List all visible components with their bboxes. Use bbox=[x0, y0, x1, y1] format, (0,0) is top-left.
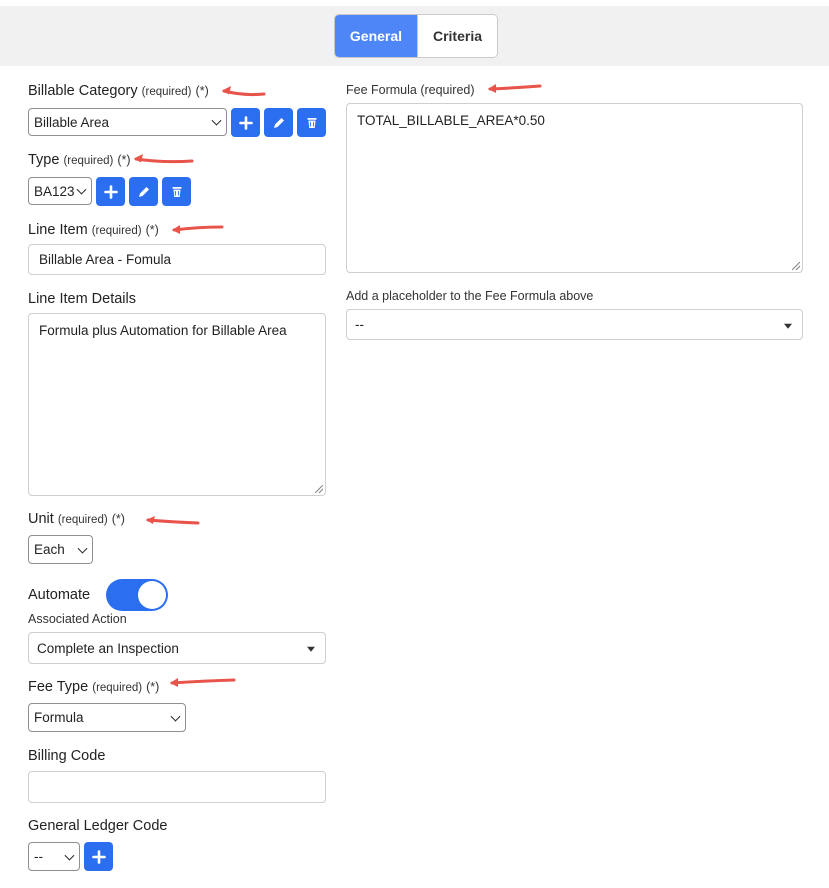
required-note: (required) bbox=[63, 155, 114, 167]
tab-group: General Criteria bbox=[334, 14, 498, 58]
chevron-down-icon bbox=[76, 184, 87, 195]
billing-code-label: Billing Code bbox=[28, 748, 106, 764]
delete-billable-category-button[interactable] bbox=[297, 108, 326, 137]
red-arrow-icon bbox=[146, 516, 200, 525]
required-star: (*) bbox=[195, 84, 209, 98]
type-select[interactable]: BA123 bbox=[28, 177, 92, 205]
automate-label: Automate bbox=[28, 587, 91, 603]
fee-formula-value: TOTAL_BILLABLE_AREA*0.50 bbox=[357, 113, 545, 128]
delete-type-button[interactable] bbox=[162, 177, 191, 206]
unit-label-text: Unit bbox=[28, 511, 54, 527]
fee-formula-label: Fee Formula (required) bbox=[346, 83, 475, 97]
resize-handle-icon[interactable] bbox=[315, 485, 323, 493]
general-ledger-code-label: General Ledger Code bbox=[28, 818, 168, 834]
billable-category-label-text: Billable Category bbox=[28, 83, 138, 99]
chevron-down-icon bbox=[170, 711, 181, 722]
toggle-knob bbox=[138, 581, 166, 609]
resize-handle-icon[interactable] bbox=[792, 262, 800, 270]
unit-value: Each bbox=[34, 542, 65, 557]
red-arrow-icon bbox=[134, 154, 194, 164]
unit-label: Unit (required) (*) bbox=[28, 511, 125, 527]
general-ledger-code-select[interactable]: -- bbox=[28, 842, 80, 871]
plus-icon bbox=[91, 849, 106, 864]
placeholder-value: -- bbox=[355, 317, 364, 332]
trash-icon bbox=[172, 186, 181, 197]
billing-code-input[interactable] bbox=[28, 771, 326, 803]
unit-select[interactable]: Each bbox=[28, 535, 93, 564]
required-star: (*) bbox=[117, 153, 131, 167]
type-label: Type (required) (*) bbox=[28, 152, 131, 168]
red-arrow-icon bbox=[170, 678, 236, 687]
fee-type-label-text: Fee Type bbox=[28, 679, 89, 695]
placeholder-label: Add a placeholder to the Fee Formula abo… bbox=[346, 289, 594, 303]
pencil-icon bbox=[273, 117, 284, 128]
fee-type-value: Formula bbox=[34, 710, 84, 725]
type-label-text: Type bbox=[28, 152, 60, 168]
billable-category-select[interactable]: Billable Area bbox=[28, 108, 227, 136]
fee-type-label: Fee Type (required) (*) bbox=[28, 679, 159, 695]
required-star: (*) bbox=[111, 512, 125, 526]
line-item-value: Billable Area - Fomula bbox=[39, 252, 172, 267]
fee-type-select[interactable]: Formula bbox=[28, 703, 186, 732]
caret-down-icon bbox=[307, 646, 315, 652]
add-billable-category-button[interactable] bbox=[231, 108, 260, 137]
line-item-input[interactable]: Billable Area - Fomula bbox=[28, 244, 326, 275]
associated-action-select[interactable]: Complete an Inspection bbox=[28, 632, 326, 664]
type-value: BA123 bbox=[34, 183, 75, 199]
general-ledger-code-value: -- bbox=[34, 849, 43, 864]
tab-general[interactable]: General bbox=[335, 15, 417, 57]
placeholder-select[interactable]: -- bbox=[346, 309, 803, 340]
required-star: (*) bbox=[145, 223, 159, 237]
add-type-button[interactable] bbox=[96, 177, 125, 206]
red-arrow-icon bbox=[172, 225, 224, 234]
red-arrow-icon bbox=[488, 84, 542, 93]
associated-action-label: Associated Action bbox=[28, 612, 127, 626]
line-item-details-value: Formula plus Automation for Billable Are… bbox=[39, 323, 287, 338]
required-note: (required) bbox=[57, 514, 108, 526]
chevron-down-icon bbox=[211, 115, 222, 126]
caret-down-icon bbox=[784, 323, 792, 329]
line-item-label: Line Item (required) (*) bbox=[28, 222, 159, 238]
billable-category-label: Billable Category (required) (*) bbox=[28, 83, 209, 99]
automate-toggle[interactable] bbox=[106, 579, 168, 611]
edit-billable-category-button[interactable] bbox=[264, 108, 293, 137]
required-note: (required) bbox=[92, 682, 143, 694]
associated-action-value: Complete an Inspection bbox=[37, 640, 179, 656]
line-item-label-text: Line Item bbox=[28, 222, 88, 238]
fee-formula-textarea[interactable]: TOTAL_BILLABLE_AREA*0.50 bbox=[346, 103, 803, 273]
chevron-down-icon bbox=[77, 543, 88, 554]
required-note: (required) bbox=[91, 225, 142, 237]
plus-icon bbox=[238, 115, 253, 130]
trash-icon bbox=[307, 117, 316, 128]
chevron-down-icon bbox=[64, 850, 75, 861]
required-star: (*) bbox=[146, 680, 160, 694]
red-arrow-icon bbox=[222, 86, 266, 97]
required-note: (required) bbox=[141, 86, 192, 98]
line-item-details-label: Line Item Details bbox=[28, 291, 136, 307]
pencil-icon bbox=[138, 186, 149, 197]
add-general-ledger-code-button[interactable] bbox=[84, 842, 113, 871]
billable-category-value: Billable Area bbox=[34, 114, 110, 130]
plus-icon bbox=[103, 184, 118, 199]
tab-criteria[interactable]: Criteria bbox=[417, 15, 497, 57]
line-item-details-textarea[interactable]: Formula plus Automation for Billable Are… bbox=[28, 313, 326, 496]
edit-type-button[interactable] bbox=[129, 177, 158, 206]
